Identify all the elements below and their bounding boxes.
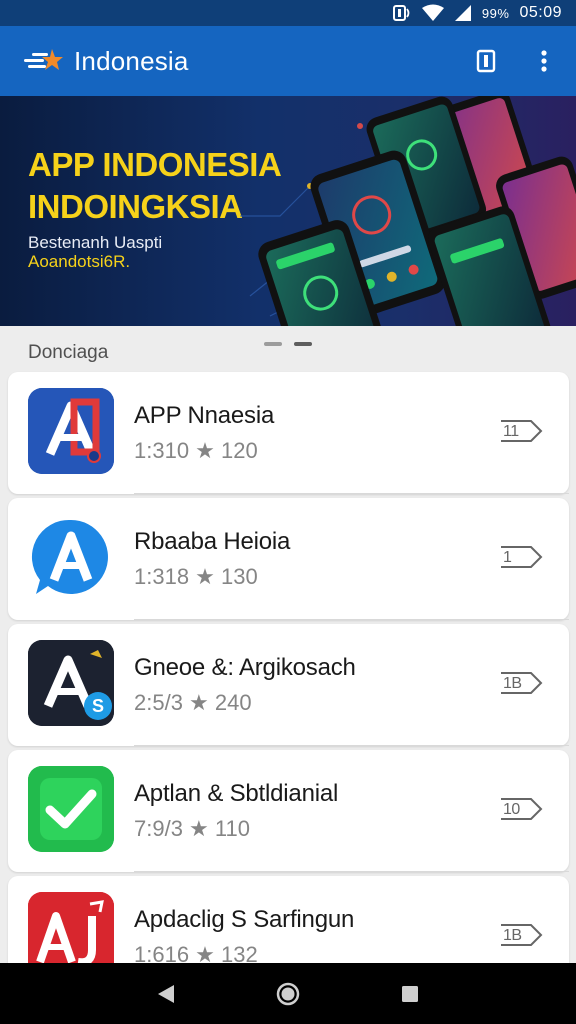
list-item[interactable]: S Gneoe &: Argikosach 2:5/3 ★ 240 1B (8, 624, 569, 746)
screen: 99% 05:09 Indonesia APP INDONESIA INDOIN… (0, 0, 576, 1024)
bookmark-icon[interactable] (472, 47, 500, 75)
app-bar: Indonesia (0, 26, 576, 96)
section-header: Donciaga (0, 326, 576, 372)
banner-phones-illustration (240, 96, 576, 326)
open-button[interactable]: 1 (495, 542, 545, 572)
app-logo-icon (22, 45, 70, 77)
open-button[interactable]: 1B (495, 668, 545, 698)
app-name: APP Nnaesia (134, 402, 275, 429)
app-check-green-icon (28, 766, 114, 852)
app-meta: 7:9/3 ★ 110 (134, 816, 250, 841)
app-title: Indonesia (74, 45, 189, 76)
banner-subtitle-1: Bestenanh Uaspti (28, 233, 163, 252)
nfc-icon (392, 4, 412, 22)
banner-subtitle-2: Aoandotsi6R. (28, 252, 131, 271)
open-button[interactable]: 1B (495, 920, 545, 950)
app-name: Aptlan & Sbtldianial (134, 780, 339, 807)
pager-dot-active[interactable] (294, 342, 312, 346)
app-meta: 1:318 ★ 130 (134, 564, 258, 589)
status-bar: 99% 05:09 (0, 0, 576, 26)
list-item[interactable]: APP Nnaesia 1:310 ★ 120 11 (8, 372, 569, 494)
app-a-red-blue-icon (28, 388, 114, 474)
app-list: APP Nnaesia 1:310 ★ 120 11 Rbaaba Heioia… (8, 372, 569, 1002)
app-name: Rbaaba Heioia (134, 528, 291, 555)
app-meta: 1:310 ★ 120 (134, 438, 258, 463)
app-meta: 2:5/3 ★ 240 (134, 690, 252, 715)
open-button[interactable]: 11 (495, 416, 545, 446)
banner-pager (264, 342, 312, 346)
battery-text: 99% (481, 5, 510, 21)
list-item[interactable]: Aptlan & Sbtldianial 7:9/3 ★ 110 10 (8, 750, 569, 872)
banner-headline-2: INDOINGKSIA (28, 188, 243, 225)
home-icon[interactable] (272, 978, 304, 1010)
app-a-blue-bubble-icon (28, 514, 114, 600)
back-icon[interactable] (150, 978, 182, 1010)
list-item[interactable]: Rbaaba Heioia 1:318 ★ 130 1 (8, 498, 569, 620)
status-time: 05:09 (519, 4, 562, 21)
section-title: Donciaga (28, 342, 109, 363)
pager-dot[interactable] (264, 342, 282, 346)
app-bar-actions (472, 26, 558, 96)
recents-icon[interactable] (394, 978, 426, 1010)
app-name: Gneoe &: Argikosach (134, 654, 356, 681)
svg-text:S: S (92, 696, 104, 716)
wifi-icon (421, 4, 444, 22)
app-a-dark-skype-icon: S (28, 640, 114, 726)
signal-icon (454, 4, 472, 22)
system-nav-bar (0, 963, 576, 1024)
app-name: Apdaclig S Sarfingun (134, 906, 355, 933)
promo-banner[interactable]: APP INDONESIA INDOINGKSIA Bestenanh Uasp… (0, 96, 576, 326)
more-vert-icon[interactable] (530, 47, 558, 75)
open-button[interactable]: 10 (495, 794, 545, 824)
